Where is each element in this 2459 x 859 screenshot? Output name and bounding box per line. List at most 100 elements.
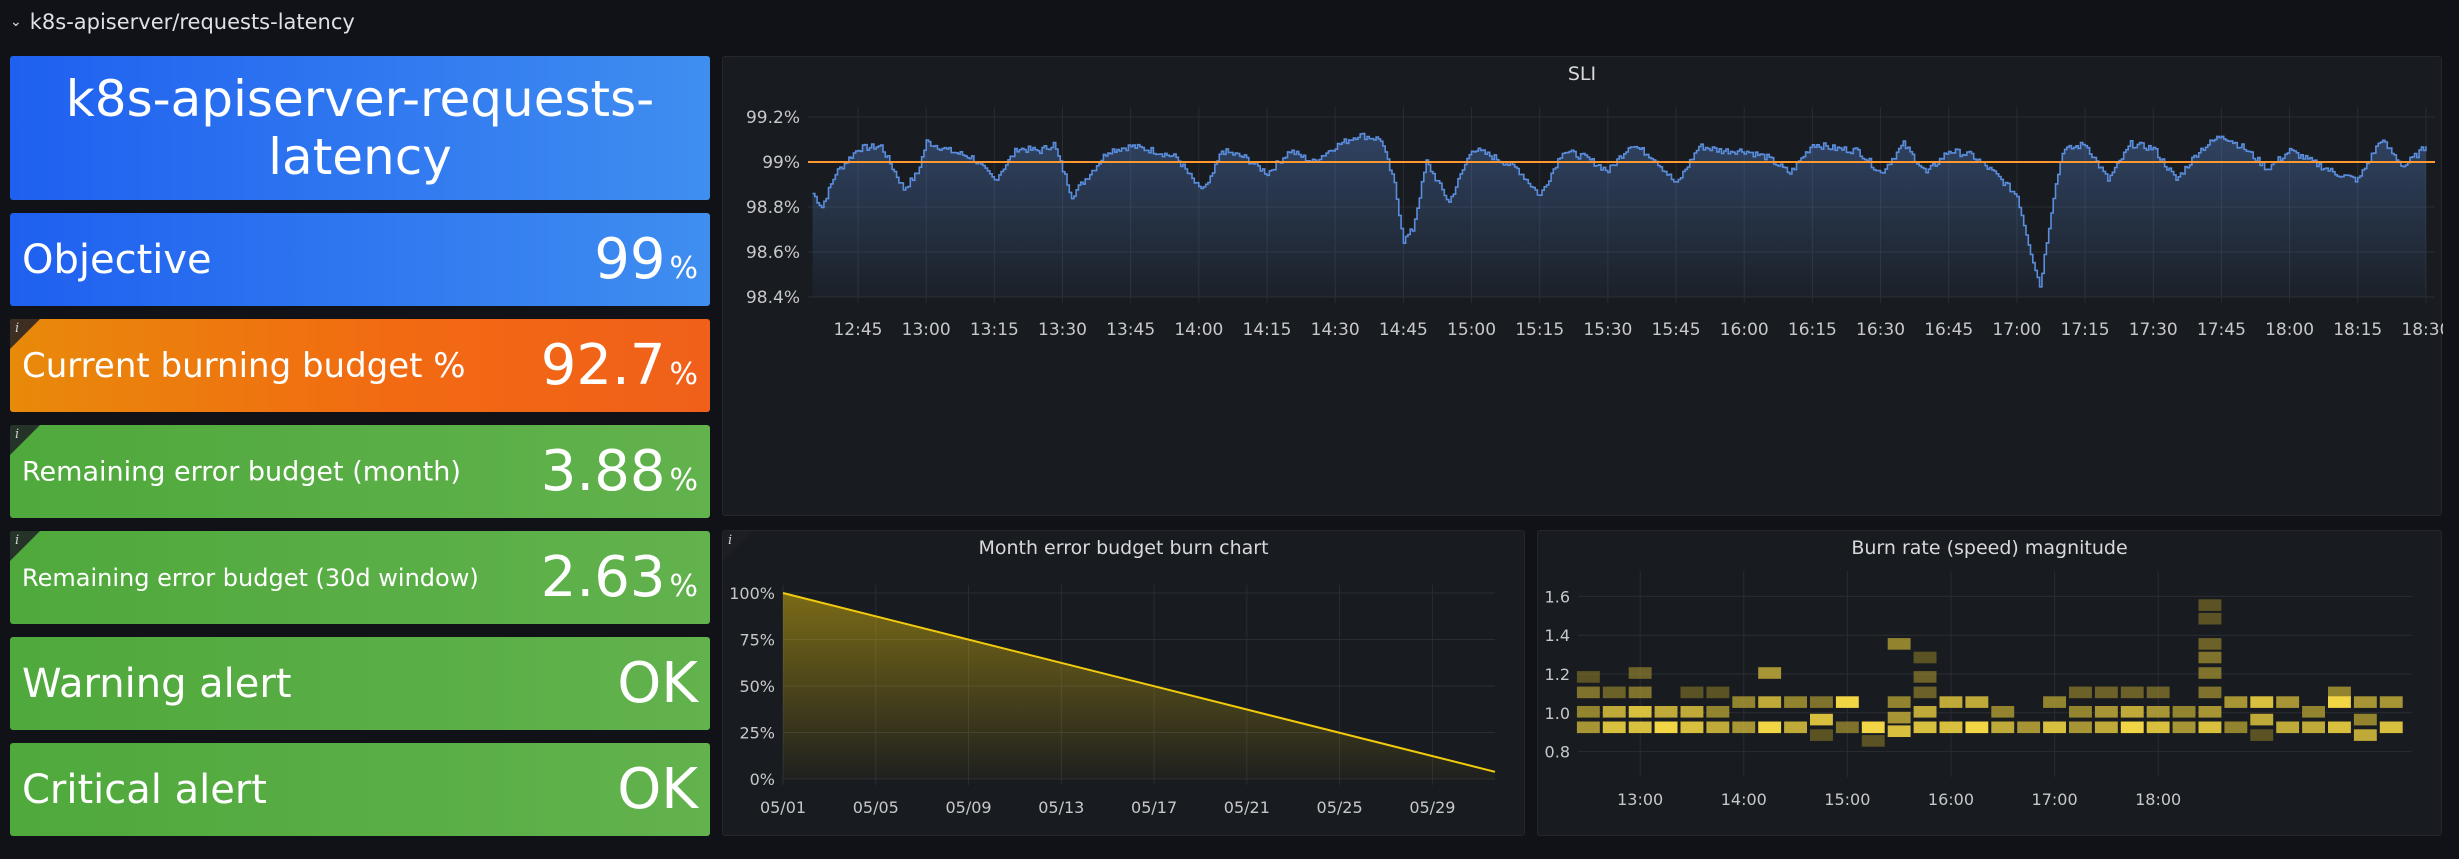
remaining-30d-label: Remaining error budget (30d window) [22, 563, 479, 592]
heat-cell [2224, 696, 2248, 708]
burn-y-tick: 0% [750, 770, 775, 789]
warning-alert-label: Warning alert [22, 660, 292, 707]
heat-cell [1576, 721, 1600, 734]
burn-x-tick: 05/17 [1131, 798, 1177, 817]
heat-cell [2069, 706, 2092, 718]
heat-cell [1732, 696, 1756, 708]
row-header[interactable]: ⌄ k8s-apiserver/requests-latency [10, 8, 355, 36]
heat-cell [1602, 721, 1626, 734]
critical-alert-stat: Critical alert OK [10, 743, 710, 836]
remaining-month-number: 3.88 [540, 438, 666, 504]
heat-cell [1680, 686, 1704, 699]
info-icon[interactable]: i [15, 427, 19, 442]
remaining-30d-number: 2.63 [540, 544, 666, 610]
info-icon[interactable]: i [15, 533, 19, 548]
sli-panel[interactable]: SLI 99.2% 99% 98.8% 98.6% 98.4% 12:45 13:00 13:… [722, 56, 2443, 517]
heat-cell [1654, 706, 1678, 718]
remaining-30d-stat: i Remaining error budget (30d window) 2.… [10, 531, 710, 624]
info-icon[interactable]: i [15, 321, 19, 336]
burn-x-tick: 05/05 [853, 798, 899, 817]
heat-cell [2353, 713, 2377, 726]
chevron-down-icon[interactable]: ⌄ [10, 14, 22, 30]
heat-cell [1758, 721, 1782, 734]
heat-cell [1913, 671, 1937, 683]
heat-cell [2198, 638, 2222, 650]
heat-cell [1810, 729, 1833, 741]
sli-x-tick: 14:15 [1243, 320, 1292, 340]
critical-alert-value: OK [617, 756, 698, 822]
burning-budget-stat: i Current burning budget % 92.7% [10, 319, 710, 412]
burn-rate-panel[interactable]: Burn rate (speed) magnitude 1.6 1.4 1.2 1.0… [1537, 530, 2442, 836]
burn-x-tick: 05/21 [1224, 798, 1270, 817]
burn-x-tick: 05/25 [1317, 798, 1363, 817]
sli-y-tick: 99.2% [746, 108, 800, 128]
heat-cell [2302, 721, 2325, 734]
heat-cell [2276, 696, 2300, 708]
objective-number: 99 [594, 226, 666, 292]
heat-cell [1913, 686, 1937, 699]
sli-x-tick: 18:30 [2401, 320, 2443, 340]
heat-cell [1576, 686, 1600, 699]
sli-x-tick: 14:45 [1379, 320, 1428, 340]
heat-cell [2094, 721, 2118, 734]
heat-x-tick: 14:00 [1721, 790, 1767, 809]
burn-y-tick: 100% [729, 584, 775, 603]
sli-x-tick: 17:45 [2197, 320, 2246, 340]
burning-budget-value: 92.7% [541, 337, 698, 394]
sli-chart[interactable]: 99.2% 99% 98.8% 98.6% 98.4% 12:45 13:00 13:15 13… [723, 57, 2443, 517]
sli-x-tick: 13:30 [1038, 320, 1087, 340]
burn-chart[interactable]: 100% 75% 50% 25% 0% 05/01 05/05 05/09 05/13 05/17… [723, 531, 1526, 837]
heat-cell [1835, 721, 1859, 734]
heat-cell [2250, 713, 2274, 726]
heat-cell [1680, 721, 1704, 734]
heat-cell [2198, 667, 2222, 679]
heat-cell [1628, 721, 1652, 734]
heat-cell [2146, 686, 2170, 699]
burn-y-tick: 50% [739, 677, 775, 696]
heat-cell [1887, 638, 1911, 650]
heat-cell [2043, 721, 2066, 734]
heat-cell [1913, 706, 1937, 718]
heat-x-tick: 16:00 [1928, 790, 1974, 809]
heat-cell [2353, 729, 2377, 741]
heat-x-tick: 18:00 [2135, 790, 2181, 809]
remaining-month-value: 3.88% [541, 443, 698, 500]
heat-cell [2017, 721, 2041, 734]
burn-chart-panel[interactable]: i Month error budget burn chart 100% 75% 5… [722, 530, 1525, 836]
heat-cell [1732, 721, 1756, 734]
heat-cell [1887, 725, 1911, 737]
burning-budget-unit: % [669, 356, 698, 392]
warning-alert-value: OK [617, 650, 698, 716]
heat-cell [2120, 706, 2144, 718]
heat-cell [2250, 696, 2274, 708]
heat-cell [2172, 706, 2196, 718]
burn-x-tick: 05/29 [1409, 798, 1455, 817]
remaining-month-stat: i Remaining error budget (month) 3.88% [10, 425, 710, 518]
heat-cell [2146, 706, 2170, 718]
heat-cell [1602, 686, 1626, 699]
warning-alert-stat: Warning alert OK [10, 637, 710, 730]
heat-cell [1706, 721, 1730, 734]
objective-stat: Objective 99% [10, 213, 710, 306]
objective-label: Objective [22, 236, 212, 283]
burn-x-tick: 05/01 [760, 798, 806, 817]
sli-x-tick: 15:30 [1583, 320, 1632, 340]
burn-rate-heatmap[interactable]: 1.6 1.4 1.2 1.0 0.8 13:00 14:00 15:00 16:00 17:00… [1538, 531, 2443, 837]
heat-cell [2094, 706, 2118, 718]
heat-cell [2120, 686, 2144, 699]
burn-x-tick: 05/13 [1038, 798, 1084, 817]
burn-y-tick: 75% [739, 631, 775, 650]
heat-cell [2198, 721, 2222, 734]
heat-cell [1991, 706, 2015, 718]
heat-cell [2276, 721, 2300, 734]
sli-x-tick: 13:15 [970, 320, 1019, 340]
heat-y-tick: 0.8 [1545, 743, 1570, 762]
heat-cell [2094, 686, 2118, 699]
heat-cell [2302, 706, 2325, 718]
heat-cell [1835, 696, 1859, 708]
row-title: k8s-apiserver/requests-latency [29, 10, 355, 34]
heat-cell [1991, 721, 2015, 734]
heat-cell [2328, 721, 2351, 734]
heat-cell [2353, 696, 2377, 708]
sli-y-tick: 98.8% [746, 198, 800, 218]
